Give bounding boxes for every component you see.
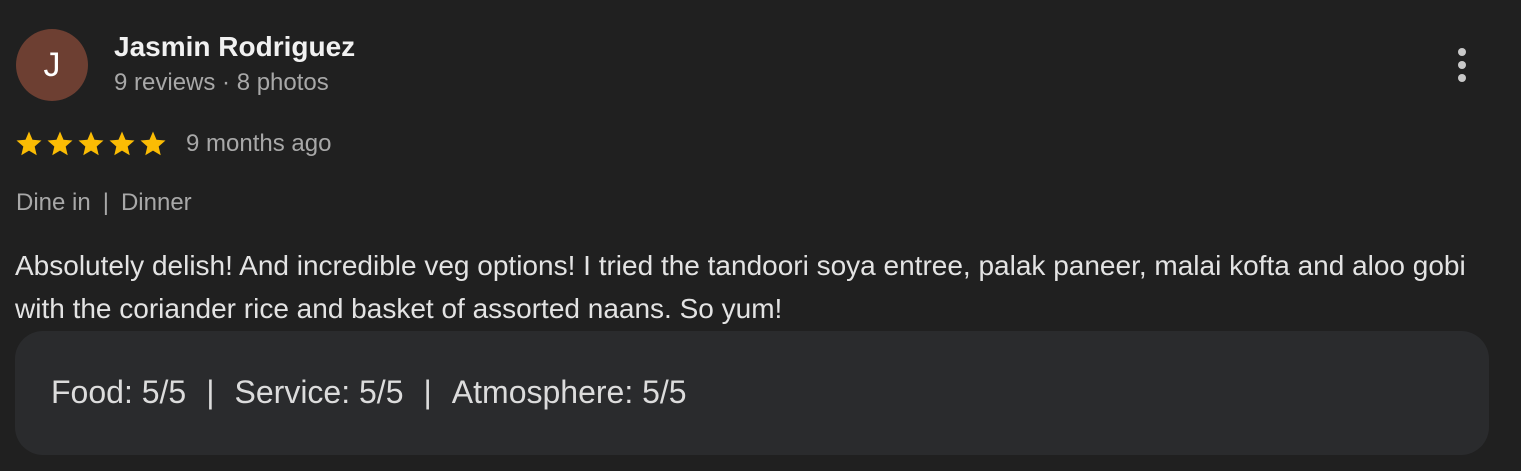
star-icon (76, 129, 106, 159)
avatar-initial: J (43, 45, 61, 84)
aspect-separator: | (206, 374, 215, 410)
service-rating: Service: 5/5 (234, 374, 404, 410)
meal-type: Dinner (120, 189, 192, 216)
star-rating (14, 129, 168, 159)
aspect-ratings-box: Food: 5/5 | Service: 5/5 | Atmosphere: 5/5 (15, 331, 1489, 455)
service-type: Dine in (16, 189, 91, 216)
service-info: Dine in | Dinner (16, 189, 192, 217)
review-text: Absolutely delish! And incredible veg op… (15, 250, 1466, 324)
more-options-button[interactable] (1442, 40, 1482, 90)
review-date: 9 months ago (186, 130, 332, 157)
reviewer-meta: 9 reviews · 8 photos (114, 69, 329, 96)
food-rating: Food: 5/5 (51, 374, 187, 410)
star-icon (14, 129, 44, 159)
star-icon (45, 129, 75, 159)
star-icon (138, 129, 168, 159)
star-icon (107, 129, 137, 159)
rating-row: 9 months ago (14, 127, 331, 161)
avatar[interactable]: J (16, 29, 88, 101)
aspect-ratings: Food: 5/5 | Service: 5/5 | Atmosphere: 5/5 (51, 374, 687, 411)
more-vert-icon (1458, 48, 1466, 82)
aspect-separator: | (423, 374, 432, 410)
atmosphere-rating: Atmosphere: 5/5 (451, 374, 687, 410)
reviewer-name[interactable]: Jasmin Rodriguez (114, 31, 355, 63)
service-separator: | (102, 189, 109, 216)
